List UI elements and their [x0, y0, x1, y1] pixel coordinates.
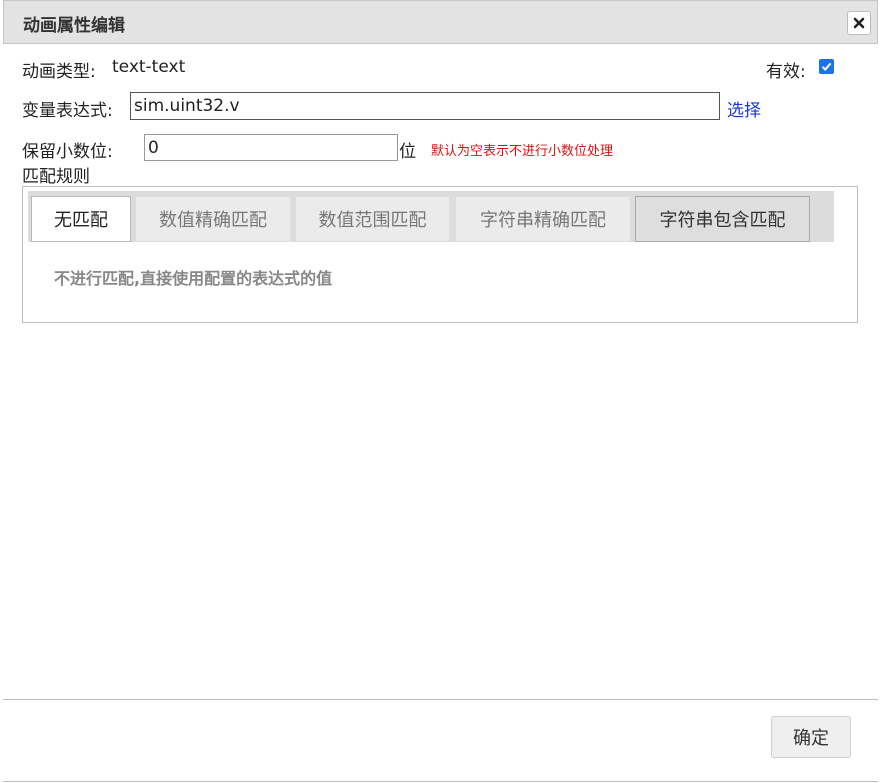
close-button[interactable] — [847, 11, 871, 35]
animation-property-dialog: 动画属性编辑 动画类型: text-text 有效: 变量表达式: 选择 保留小… — [0, 0, 882, 783]
tab-numeric-exact-match[interactable]: 数值精确匹配 — [135, 196, 291, 242]
match-rules-panel: 无匹配 数值精确匹配 数值范围匹配 字符串精确匹配 字符串包含匹配 不进行匹配,… — [22, 186, 858, 323]
dialog-titlebar[interactable]: 动画属性编辑 — [3, 0, 878, 44]
tab-numeric-range-match[interactable]: 数值范围匹配 — [295, 196, 450, 242]
valid-label: 有效: — [766, 62, 806, 82]
expression-input[interactable] — [130, 92, 720, 120]
animation-type-value: text-text — [112, 57, 186, 77]
checkmark-icon — [821, 62, 832, 71]
tab-string-exact-match[interactable]: 字符串精确匹配 — [455, 196, 631, 242]
decimal-hint: 默认为空表示不进行小数位处理 — [431, 144, 614, 159]
ok-button[interactable]: 确定 — [771, 716, 851, 758]
decimal-places-label: 保留小数位: — [22, 142, 113, 162]
valid-checkbox[interactable] — [819, 59, 834, 74]
tab-no-match[interactable]: 无匹配 — [31, 196, 131, 242]
choose-link[interactable]: 选择 — [727, 96, 761, 121]
match-tab-strip: 无匹配 数值精确匹配 数值范围匹配 字符串精确匹配 字符串包含匹配 — [28, 191, 834, 242]
bottom-divider — [3, 781, 878, 782]
close-icon — [853, 17, 865, 29]
dialog-title: 动画属性编辑 — [23, 16, 125, 36]
tab-string-contains-match[interactable]: 字符串包含匹配 — [635, 196, 810, 242]
match-description: 不进行匹配,直接使用配置的表达式的值 — [54, 269, 333, 288]
decimal-places-input[interactable] — [144, 134, 398, 161]
decimal-unit-label: 位 — [399, 142, 416, 162]
animation-type-label: 动画类型: — [22, 62, 96, 82]
footer-divider — [3, 699, 878, 700]
match-rules-label: 匹配规则 — [22, 167, 90, 187]
expression-label: 变量表达式: — [22, 101, 113, 121]
